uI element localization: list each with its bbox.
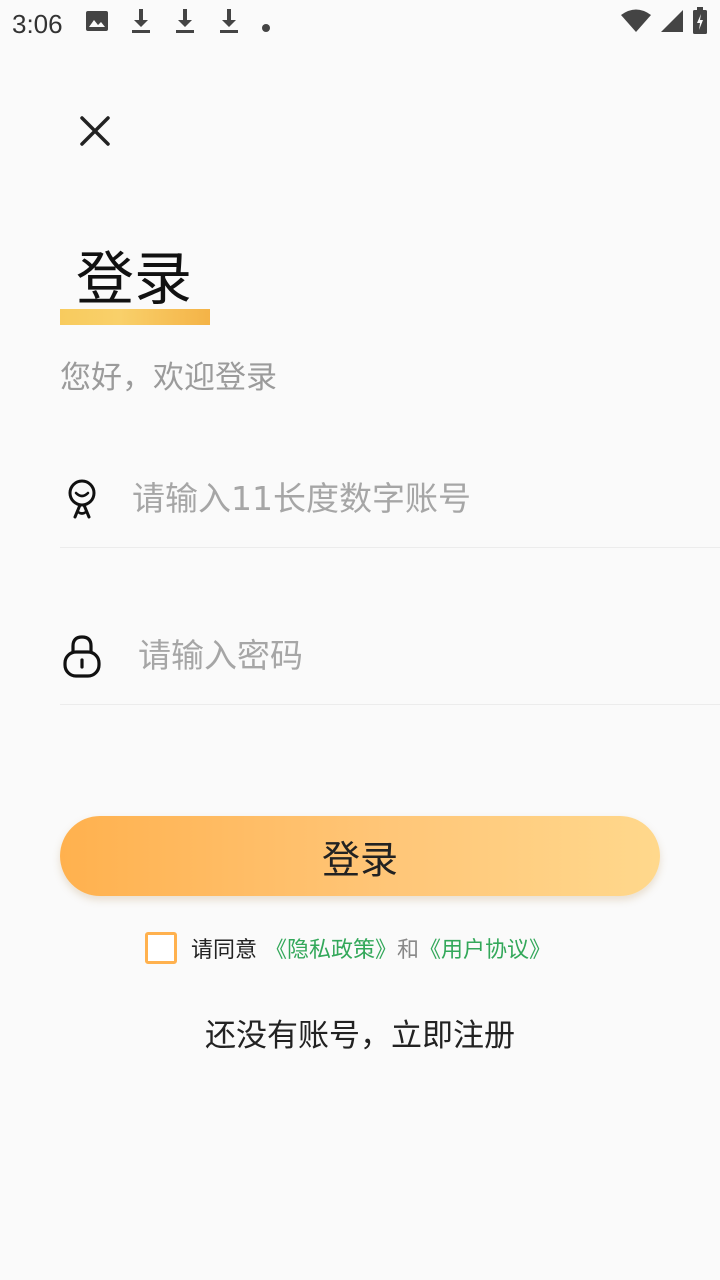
download-icon [129,8,153,40]
login-button[interactable]: 登录 [60,816,660,896]
download-icon [217,8,241,40]
status-time: 3:06 [12,8,63,39]
system-icons [620,7,708,41]
user-agreement-link[interactable]: 《用户协议》 [419,932,551,964]
wifi-icon [620,9,652,39]
notification-icons [85,8,271,40]
dot-icon [261,10,271,39]
agreement-prefix: 请同意 [191,938,258,963]
status-bar: 3:06 [0,0,720,48]
close-button[interactable] [66,104,124,162]
agreement-checkbox[interactable] [145,932,177,964]
signal-icon [660,9,684,39]
account-field-row [60,450,720,548]
privacy-policy-link[interactable]: 《隐私政策》 [265,932,397,964]
user-icon [60,477,104,521]
account-input[interactable] [132,468,692,529]
lock-icon [60,634,104,678]
page-title: 登录 [76,245,193,313]
battery-icon [692,7,708,41]
agreement-row: 请同意 《隐私政策》 和 《用户协议》 [145,930,551,966]
password-field-row [60,607,720,705]
close-icon [79,115,111,151]
image-icon [85,9,109,39]
register-link[interactable]: 还没有账号，立即注册 [0,1010,720,1055]
download-icon [173,8,197,40]
password-input[interactable] [138,625,698,686]
agreement-and: 和 [397,938,420,963]
title-block: 登录 [60,238,220,328]
welcome-text: 您好，欢迎登录 [60,360,277,396]
